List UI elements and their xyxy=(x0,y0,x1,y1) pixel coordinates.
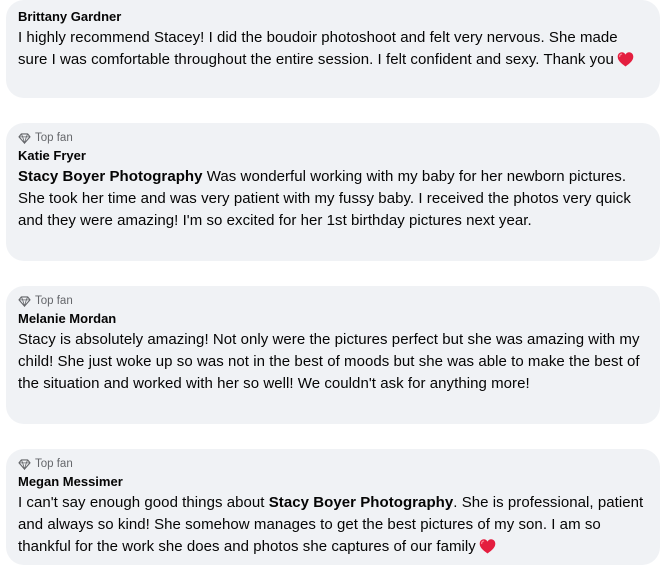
comment-author[interactable]: Katie Fryer xyxy=(18,147,648,165)
comment-bubble: Top fan Katie Fryer Stacy Boyer Photogra… xyxy=(6,123,660,261)
top-fan-badge: Top fan xyxy=(18,294,648,308)
top-fan-label: Top fan xyxy=(35,458,73,470)
diamond-icon xyxy=(18,132,31,144)
comment-author[interactable]: Melanie Mordan xyxy=(18,310,648,328)
comment-bubble: Brittany Gardner I highly recommend Stac… xyxy=(6,0,660,98)
top-fan-badge: Top fan xyxy=(18,131,648,145)
comment-text: Stacy Boyer Photography Was wonderful wo… xyxy=(18,168,631,229)
diamond-icon xyxy=(18,295,31,307)
comment-text: Stacy is absolutely amazing! Not only we… xyxy=(18,331,640,392)
heart-emoji-icon xyxy=(617,52,634,67)
diamond-icon xyxy=(18,458,31,470)
comment-bubble: Top fan Melanie Mordan Stacy is absolute… xyxy=(6,286,660,424)
comment-bubble: Top fan Megan Messimer I can't say enoug… xyxy=(6,449,660,565)
comment-author[interactable]: Megan Messimer xyxy=(18,473,648,491)
comment-author[interactable]: Brittany Gardner xyxy=(18,8,648,26)
comment-text: I highly recommend Stacey! I did the bou… xyxy=(18,27,648,71)
top-fan-label: Top fan xyxy=(35,295,73,307)
comment-text: I can't say enough good things about Sta… xyxy=(18,494,644,555)
heart-emoji-icon xyxy=(479,539,496,554)
top-fan-label: Top fan xyxy=(35,132,73,144)
page-mention-link[interactable]: Stacy Boyer Photography xyxy=(18,168,203,185)
top-fan-badge: Top fan xyxy=(18,457,648,471)
page-mention-link[interactable]: Stacy Boyer Photography xyxy=(269,494,454,511)
